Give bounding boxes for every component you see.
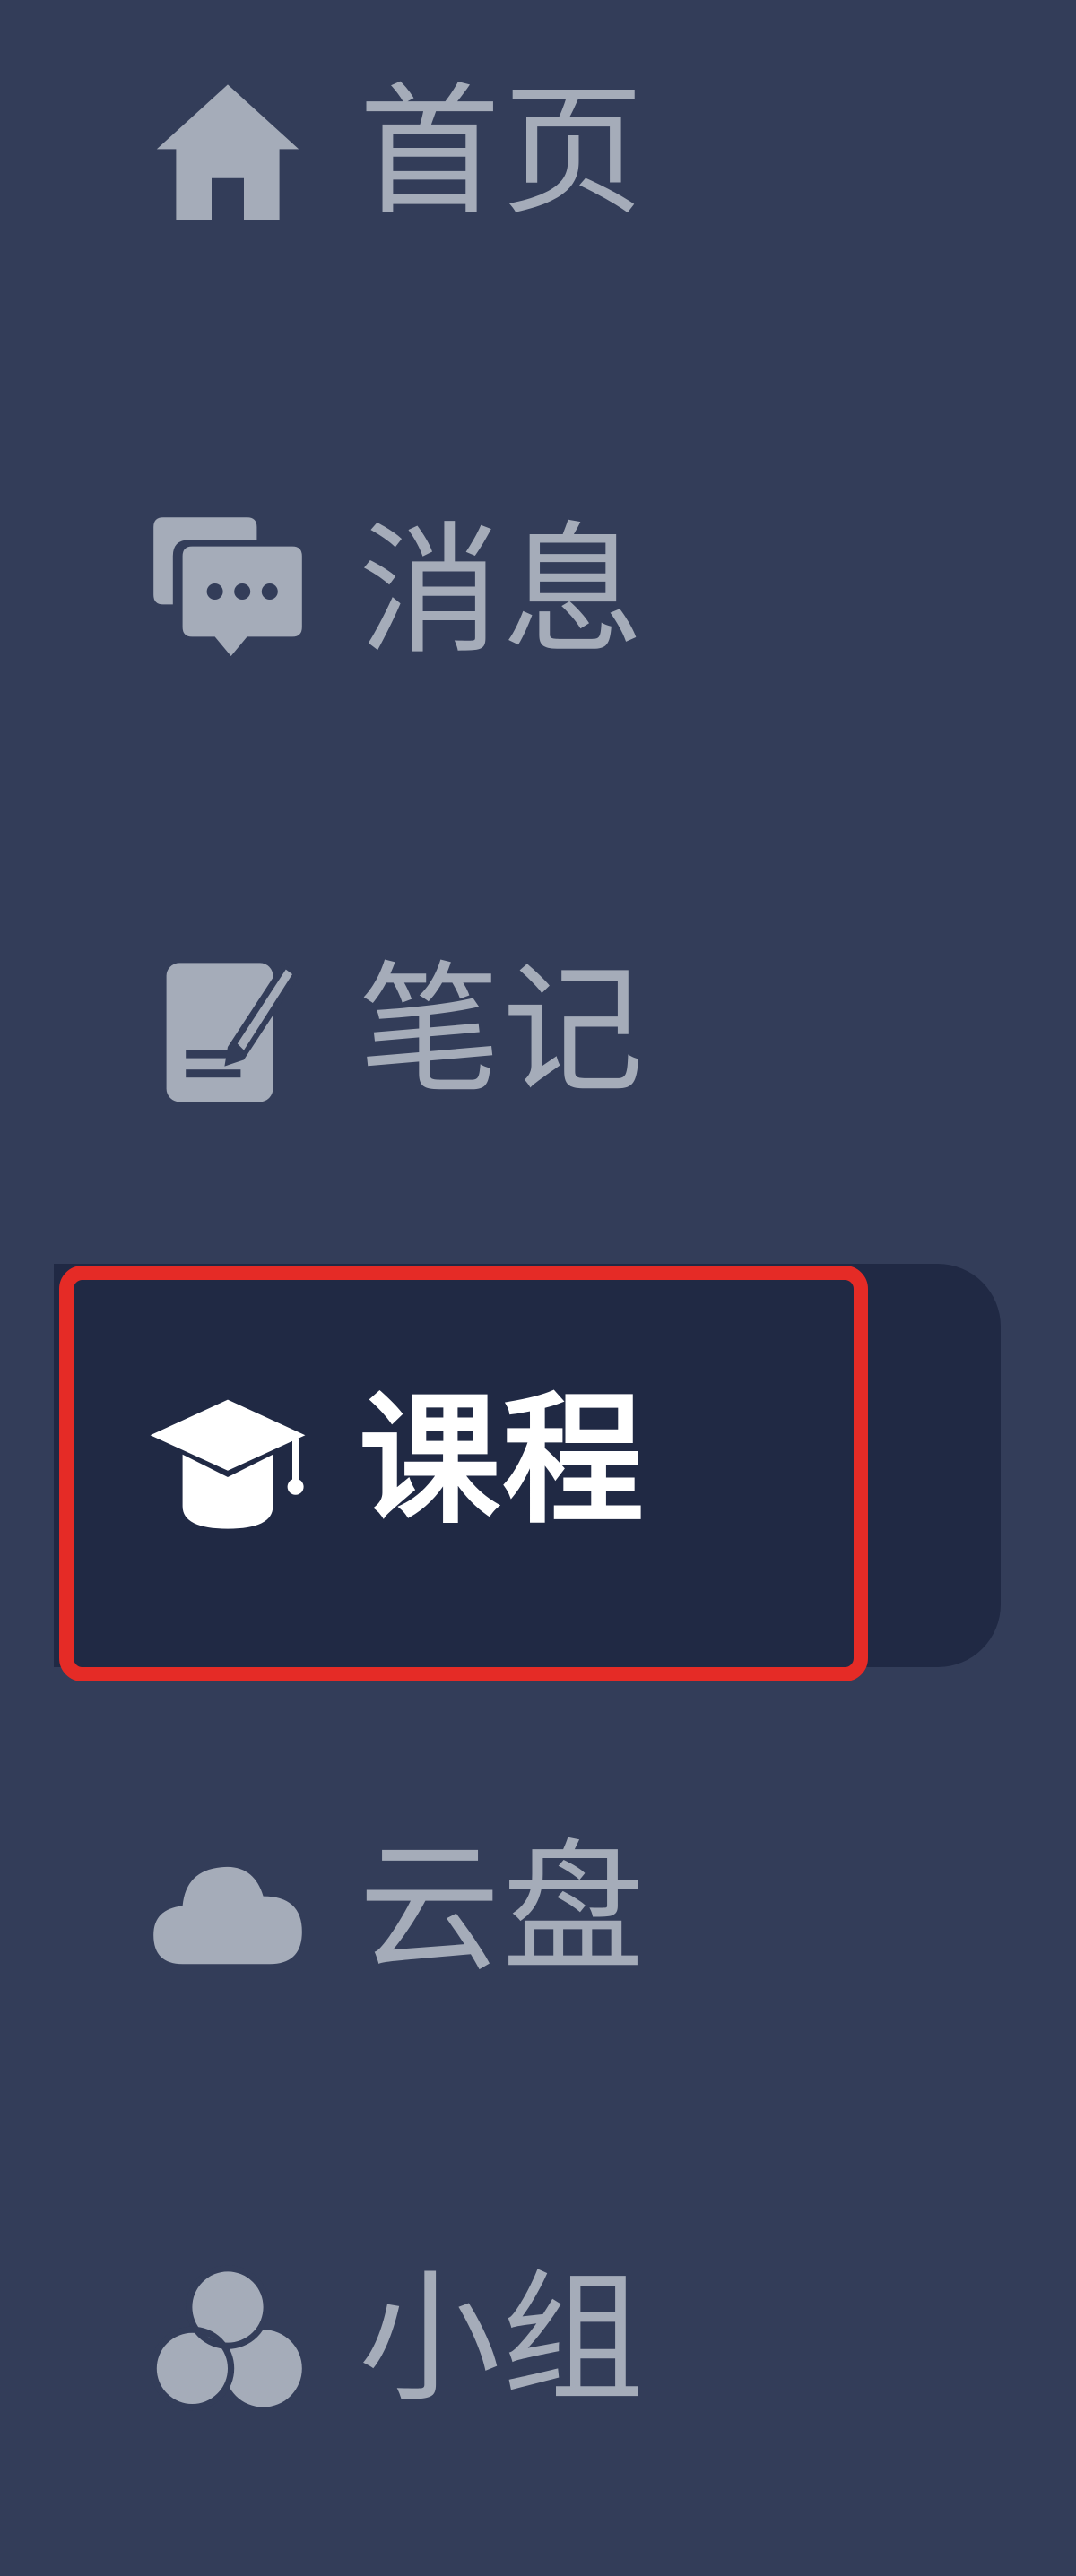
group-icon xyxy=(147,2259,308,2420)
cloud-icon xyxy=(147,1828,308,1990)
sidebar-item-groups[interactable]: 小组 xyxy=(0,2187,1076,2528)
sidebar-item-notes[interactable]: 笔记 xyxy=(0,878,1076,1219)
messages-icon xyxy=(147,511,308,672)
notes-icon xyxy=(147,950,308,1111)
sidebar-item-label: 课程 xyxy=(359,1379,646,1543)
sidebar-item-label: 首页 xyxy=(359,70,646,235)
sidebar-item-label: 云盘 xyxy=(359,1827,646,1992)
home-icon xyxy=(147,72,308,233)
sidebar-item-label: 消息 xyxy=(359,509,646,674)
sidebar-item-courses[interactable]: 课程 xyxy=(0,1309,1076,1649)
graduation-cap-icon xyxy=(147,1380,308,1542)
sidebar: 首页 消息 笔记 课程 云盘 小组 xyxy=(0,0,1076,2576)
sidebar-item-home[interactable]: 首页 xyxy=(0,0,1076,341)
sidebar-item-label: 笔记 xyxy=(359,948,646,1113)
sidebar-item-cloud-drive[interactable]: 云盘 xyxy=(0,1757,1076,2097)
sidebar-item-messages[interactable]: 消息 xyxy=(0,439,1076,780)
sidebar-item-label: 小组 xyxy=(359,2257,646,2422)
